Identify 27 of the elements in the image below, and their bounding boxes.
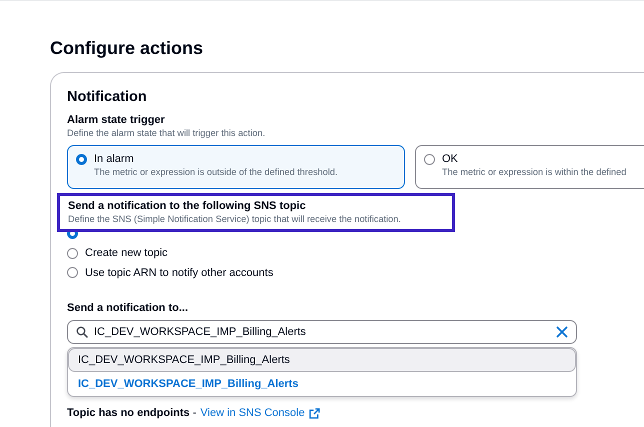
field-description: Define the SNS (Simple Notification Service) topic that will receive the notification. — [68, 213, 402, 225]
page-title: Configure actions — [50, 37, 204, 60]
field-description: Define the alarm state that will trigger this action. — [67, 127, 266, 139]
close-icon[interactable] — [556, 326, 568, 338]
option-label: In alarm — [94, 153, 135, 166]
radio-label: Use topic ARN to notify other accounts — [85, 266, 274, 279]
radio-tile[interactable]: OK The metric or expression is within the defined — [415, 145, 644, 189]
section-title: Notification — [67, 88, 148, 107]
field-label: Alarm state trigger — [67, 113, 166, 127]
option-description: The metric or expression is outside of the defined threshold. — [94, 166, 338, 178]
radio-button[interactable] — [67, 248, 78, 259]
dropdown-option[interactable]: IC_DEV_WORKSPACE_IMP_Billing_Alerts — [68, 348, 576, 372]
search-icon — [76, 326, 88, 338]
option-label: OK — [442, 153, 459, 166]
external-link-icon[interactable] — [308, 408, 320, 418]
console-link[interactable]: View in SNS Console — [200, 406, 305, 420]
radio-button[interactable] — [67, 267, 78, 278]
radio-tile[interactable]: In alarm The metric or expression is outside of the defined threshold. — [67, 145, 405, 189]
radio-button[interactable] — [424, 154, 435, 165]
endpoint-status: Topic has no endpoints - — [67, 406, 196, 420]
search-field[interactable]: IC_DEV_WORKSPACE_IMP_Billing_Alerts — [67, 320, 577, 344]
radio-label: Create new topic — [85, 247, 168, 260]
field-label: Send a notification to... — [67, 300, 189, 314]
field-label: Send a notification to the following SNS topic — [68, 199, 307, 213]
radio-button[interactable] — [76, 154, 87, 165]
option-description: The metric or expression is within the defined — [442, 166, 626, 178]
dropdown-option[interactable]: IC_DEV_WORKSPACE_IMP_Billing_Alerts — [68, 372, 576, 396]
